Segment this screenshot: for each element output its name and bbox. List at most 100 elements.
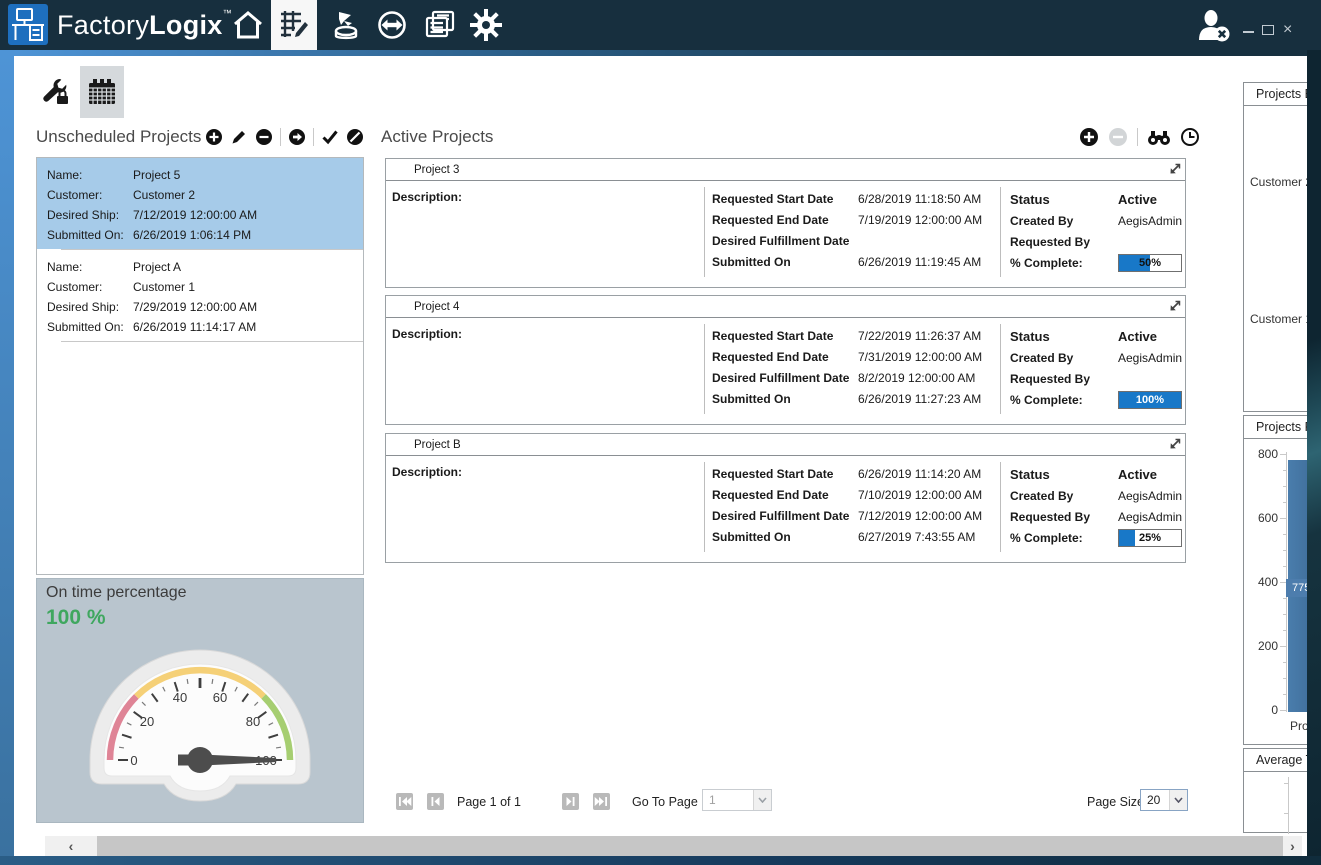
unscheduled-header: Unscheduled Projects <box>36 120 364 154</box>
on-time-gauge: 0 20 40 60 80 100 <box>74 630 326 802</box>
project-card[interactable]: Project 4 Description: Requested Start D… <box>385 295 1186 425</box>
on-time-value: 100 % <box>37 602 363 630</box>
minimize-button[interactable] <box>1243 31 1254 33</box>
edit-project-icon[interactable] <box>230 128 248 146</box>
unscheduled-project-list: Name:Project 5 Customer:Customer 2 Desir… <box>36 157 364 575</box>
submitted-value: 6/26/2019 11:27:23 AM <box>858 389 981 410</box>
description-label: Description: <box>392 327 462 341</box>
maximize-button[interactable] <box>1262 25 1274 35</box>
y-axis <box>1288 777 1289 834</box>
expand-card-icon[interactable] <box>1169 438 1181 450</box>
fulfillment-value: 7/12/2019 12:00:00 AM <box>858 506 982 527</box>
scrollbar-track[interactable] <box>97 836 1283 856</box>
start-value: 6/26/2019 11:14:20 AM <box>858 464 981 485</box>
add-project-icon[interactable] <box>205 128 223 146</box>
gauge-label-40: 40 <box>173 690 187 705</box>
project-card[interactable]: Project B Description: Requested Start D… <box>385 433 1186 563</box>
description-label: Description: <box>392 465 462 479</box>
user-logout-icon[interactable] <box>1196 9 1234 46</box>
goto-page-label: Go To Page <box>632 795 698 809</box>
end-value: 7/31/2019 12:00:00 AM <box>858 347 982 368</box>
accept-icon[interactable] <box>321 128 339 146</box>
history-clock-icon[interactable] <box>1180 127 1200 147</box>
gauge-label-20: 20 <box>140 714 154 729</box>
unscheduled-title: Unscheduled Projects <box>36 127 201 147</box>
tab-tools-lock[interactable] <box>36 70 74 112</box>
remove-project-icon[interactable] <box>255 128 273 146</box>
on-time-percentage-panel: On time percentage 100 % 0 20 40 60 80 <box>36 578 364 823</box>
remove-active-project-icon[interactable] <box>1108 127 1128 147</box>
page-indicator: Page 1 of 1 <box>457 795 521 809</box>
projects-remaining-panel: Projects R 800 600 400 200 0 775 Proj <box>1243 415 1307 745</box>
window-frame-left <box>0 50 14 856</box>
divider <box>1000 462 1001 552</box>
project-card[interactable]: Project 3 Description: Requested Start D… <box>385 158 1186 288</box>
on-time-title: On time percentage <box>37 579 363 602</box>
divider <box>704 324 705 414</box>
fulfillment-value: 8/2/2019 12:00:00 AM <box>858 368 975 389</box>
horizontal-scrollbar[interactable]: ‹ › <box>45 836 1302 856</box>
requested-by-value: AegisAdmin <box>1118 510 1182 524</box>
brand-text: FactoryLogix™ <box>57 8 232 41</box>
chevron-down-icon <box>1169 790 1187 810</box>
reject-icon[interactable] <box>346 128 364 146</box>
documents-icon[interactable] <box>418 0 462 50</box>
expand-card-icon[interactable] <box>1169 300 1181 312</box>
divider <box>280 128 281 146</box>
tab-calendar[interactable] <box>80 66 124 118</box>
created-by-value: AegisAdmin <box>1118 489 1182 503</box>
first-page-button[interactable] <box>396 793 413 810</box>
gauge-label-60: 60 <box>213 690 227 705</box>
window-frame-bottom <box>0 856 1321 865</box>
created-by-value: AegisAdmin <box>1118 214 1182 228</box>
divider <box>704 187 705 277</box>
expand-card-icon[interactable] <box>1169 163 1181 175</box>
calendar-icon <box>87 78 117 106</box>
card-title: Project B <box>414 439 461 451</box>
add-active-project-icon[interactable] <box>1079 127 1099 147</box>
window-frame-right <box>1307 50 1321 856</box>
x-axis-label: Proj <box>1290 719 1307 733</box>
legend-customer-1: Customer 1 <box>1250 312 1307 326</box>
search-binoculars-icon[interactable] <box>1147 128 1171 146</box>
status-value: Active <box>1118 467 1157 482</box>
projects-by-customer-panel: Projects B Customer 2 Customer 1 <box>1243 82 1307 412</box>
gauge-label-0: 0 <box>130 753 137 768</box>
list-item-project-a[interactable]: Name:Project A Customer:Customer 1 Desir… <box>37 250 363 341</box>
status-value: Active <box>1118 329 1157 344</box>
goto-page-combo[interactable]: 1 <box>702 789 772 811</box>
active-projects-title: Active Projects <box>381 127 493 147</box>
list-item-project-5[interactable]: Name:Project 5 Customer:Customer 2 Desir… <box>37 158 363 249</box>
status-value: Active <box>1118 192 1157 207</box>
percent-complete-bar: 50% <box>1118 254 1182 272</box>
materials-icon[interactable] <box>324 0 368 50</box>
percent-complete-bar: 25% <box>1118 529 1182 547</box>
panel-title: Average T <box>1244 749 1307 772</box>
close-button[interactable]: × <box>1283 21 1292 39</box>
last-page-button[interactable] <box>593 793 610 810</box>
home-icon[interactable] <box>226 0 270 50</box>
next-page-button[interactable] <box>562 793 579 810</box>
average-time-panel: Average T <box>1243 748 1307 833</box>
divider <box>1000 187 1001 277</box>
schedule-project-icon[interactable] <box>288 128 306 146</box>
percent-complete-bar: 100% <box>1118 391 1182 409</box>
gauge-label-80: 80 <box>246 714 260 729</box>
end-value: 7/10/2019 12:00:00 AM <box>858 485 982 506</box>
factorylogix-logo-icon <box>8 4 48 45</box>
wrench-lock-icon <box>40 76 70 106</box>
divider <box>704 462 705 552</box>
page-size-combo[interactable]: 20 <box>1140 789 1188 811</box>
previous-page-button[interactable] <box>427 793 444 810</box>
active-projects-header: Active Projects <box>381 120 1200 154</box>
end-value: 7/19/2019 12:00:00 AM <box>858 210 982 231</box>
card-title: Project 4 <box>414 301 459 313</box>
settings-gear-icon[interactable] <box>464 0 508 50</box>
scroll-left-button[interactable]: ‹ <box>45 836 97 856</box>
scroll-right-button[interactable]: › <box>1283 836 1302 856</box>
card-title: Project 3 <box>414 164 459 176</box>
production-scheduling-icon[interactable] <box>271 0 317 50</box>
created-by-value: AegisAdmin <box>1118 351 1182 365</box>
divider <box>1000 324 1001 414</box>
sync-icon[interactable] <box>370 0 414 50</box>
